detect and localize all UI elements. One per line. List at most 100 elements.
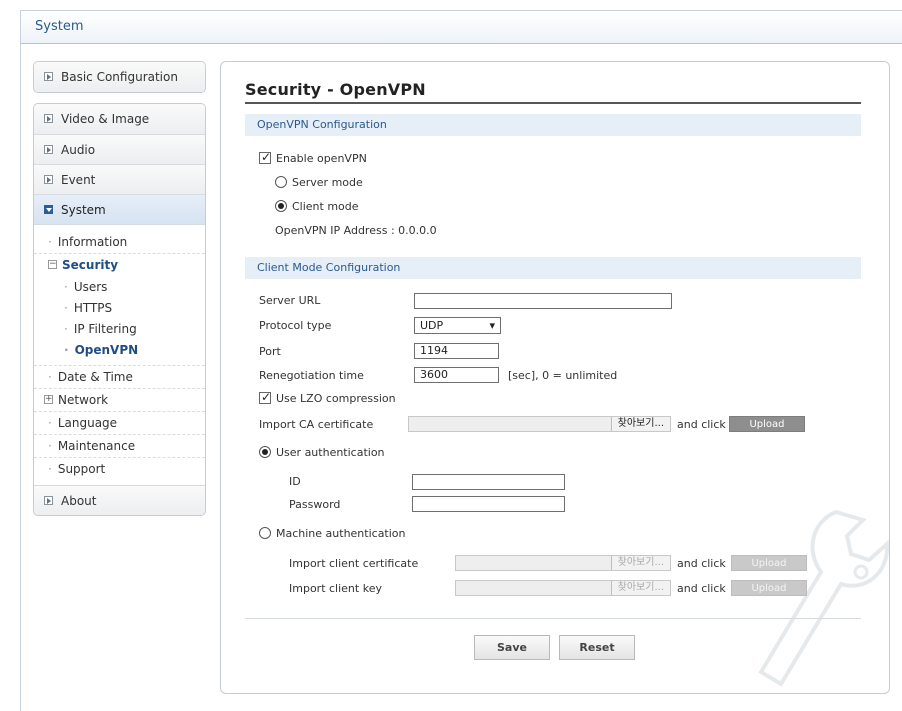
use-lzo-checkbox[interactable]	[259, 390, 271, 404]
bullet-icon: ·	[48, 235, 52, 249]
section-openvpn-configuration: OpenVPN Configuration	[245, 114, 861, 136]
subnav-ip-filtering[interactable]: · IP Filtering	[34, 319, 205, 340]
protocol-type-label: Protocol type	[259, 319, 332, 332]
id-input[interactable]	[412, 474, 565, 490]
subnav-label: Support	[57, 462, 106, 476]
expand-icon	[44, 114, 53, 123]
client-mode-label: Client mode	[292, 200, 359, 213]
import-client-key-file-input[interactable]: 찾아보기...	[455, 580, 671, 596]
subnav-https[interactable]: · HTTPS	[34, 298, 205, 319]
server-url-label: Server URL	[259, 294, 321, 307]
machine-authentication-radio[interactable]	[259, 527, 271, 539]
bullet-icon: ·	[48, 416, 52, 430]
subnav-label: Date & Time	[57, 370, 133, 384]
wrench-watermark-icon	[758, 509, 890, 687]
enable-openvpn-row[interactable]: Enable openVPN	[259, 150, 367, 165]
and-click-text: and click	[677, 557, 726, 570]
bullet-icon: ·	[64, 322, 68, 336]
system-subnav: · Information − Security · Users · HTTPS · IP…	[34, 224, 205, 485]
openvpn-ip-address: OpenVPN IP Address : 0.0.0.0	[275, 224, 437, 237]
import-client-cert-file-input[interactable]: 찾아보기...	[455, 555, 671, 571]
subnav-maintenance[interactable]: · Maintenance	[34, 435, 205, 458]
subnav-label: HTTPS	[73, 301, 113, 315]
sidebar-item-system[interactable]: System	[34, 194, 205, 224]
server-mode-radio[interactable]	[275, 176, 287, 188]
reset-button[interactable]: Reset	[559, 635, 635, 660]
browse-button[interactable]: 찾아보기...	[610, 581, 670, 595]
expand-plus-icon: +	[44, 394, 53, 404]
browse-button[interactable]: 찾아보기...	[610, 417, 670, 431]
subnav-support[interactable]: · Support	[34, 458, 205, 481]
sidebar-item-label: Video & Image	[61, 112, 150, 126]
subnav-date-time[interactable]: · Date & Time	[34, 366, 205, 389]
sidebar-item-audio[interactable]: Audio	[34, 134, 205, 164]
subnav-language[interactable]: · Language	[34, 412, 205, 435]
sidebar-item-about[interactable]: About	[34, 485, 205, 515]
sidebar-item-event[interactable]: Event	[34, 164, 205, 194]
id-label: ID	[289, 475, 301, 488]
section-client-mode-configuration: Client Mode Configuration	[245, 257, 861, 279]
user-authentication-radio[interactable]	[259, 446, 271, 458]
expand-icon	[44, 72, 53, 81]
use-lzo-row[interactable]: Use LZO compression	[259, 390, 396, 405]
client-mode-row[interactable]: Client mode	[275, 200, 359, 213]
app-title: System	[35, 19, 84, 34]
divider	[245, 618, 861, 619]
bullet-icon: ·	[48, 439, 52, 453]
sidebar-item-basic-configuration[interactable]: Basic Configuration	[34, 62, 205, 92]
sidebar-item-label: Basic Configuration	[61, 70, 178, 84]
upload-client-cert-button[interactable]: Upload	[731, 555, 807, 571]
renegotiation-time-input[interactable]: 3600	[414, 367, 499, 383]
subnav-information[interactable]: · Information	[34, 231, 205, 254]
sidebar-item-video-image[interactable]: Video & Image	[34, 104, 205, 134]
and-click-text: and click	[677, 418, 726, 431]
port-label: Port	[259, 345, 281, 358]
protocol-type-select[interactable]: UDP ▾	[414, 317, 501, 334]
client-mode-radio[interactable]	[275, 200, 287, 212]
machine-authentication-label: Machine authentication	[276, 527, 406, 540]
renegotiation-time-label: Renegotiation time	[259, 369, 364, 382]
security-children: · Users · HTTPS · IP Filtering · OpenVPN	[34, 277, 205, 361]
upload-ca-button[interactable]: Upload	[729, 416, 805, 432]
upload-client-key-button[interactable]: Upload	[731, 580, 807, 596]
bullet-icon: ·	[48, 462, 52, 476]
bullet-icon: ·	[64, 343, 69, 357]
password-input[interactable]	[412, 496, 565, 512]
save-button[interactable]: Save	[474, 635, 550, 660]
enable-openvpn-checkbox[interactable]	[259, 150, 271, 164]
bullet-icon: ·	[48, 370, 52, 384]
subnav-label: Users	[73, 280, 108, 294]
browse-button[interactable]: 찾아보기...	[610, 556, 670, 570]
import-ca-label: Import CA certificate	[259, 418, 374, 431]
password-label: Password	[289, 498, 341, 511]
import-client-cert-label: Import client certificate	[289, 557, 419, 570]
machine-authentication-row[interactable]: Machine authentication	[259, 527, 406, 540]
enable-openvpn-label: Enable openVPN	[276, 152, 367, 165]
frame-border	[20, 44, 21, 711]
user-authentication-row[interactable]: User authentication	[259, 446, 385, 459]
use-lzo-label: Use LZO compression	[276, 392, 396, 405]
port-input[interactable]: 1194	[414, 343, 499, 359]
subnav-openvpn[interactable]: · OpenVPN	[34, 340, 205, 361]
subnav-label: IP Filtering	[73, 322, 137, 336]
subnav-label: Security	[62, 258, 119, 272]
main-panel: Security - OpenVPN OpenVPN Configuration…	[220, 61, 890, 694]
user-authentication-label: User authentication	[276, 446, 385, 459]
subnav-label: Maintenance	[57, 439, 136, 453]
bullet-icon: ·	[64, 301, 68, 315]
subnav-network[interactable]: + Network	[34, 389, 205, 412]
renegotiation-unit-text: [sec], 0 = unlimited	[508, 369, 618, 382]
sidebar-item-label: Event	[61, 173, 96, 187]
subnav-label: Information	[57, 235, 128, 249]
and-click-text: and click	[677, 582, 726, 595]
chevron-down-icon: ▾	[489, 319, 495, 332]
server-mode-row[interactable]: Server mode	[275, 176, 363, 189]
import-ca-file-input[interactable]: 찾아보기...	[408, 416, 671, 432]
expand-icon	[44, 496, 53, 505]
nav-box-basic: Basic Configuration	[33, 61, 206, 93]
title-bar: System	[20, 10, 902, 44]
subnav-security[interactable]: − Security	[34, 254, 205, 277]
nav-box-main: Video & Image Audio Event System · Inform…	[33, 103, 206, 516]
subnav-users[interactable]: · Users	[34, 277, 205, 298]
server-url-input[interactable]	[414, 293, 672, 309]
